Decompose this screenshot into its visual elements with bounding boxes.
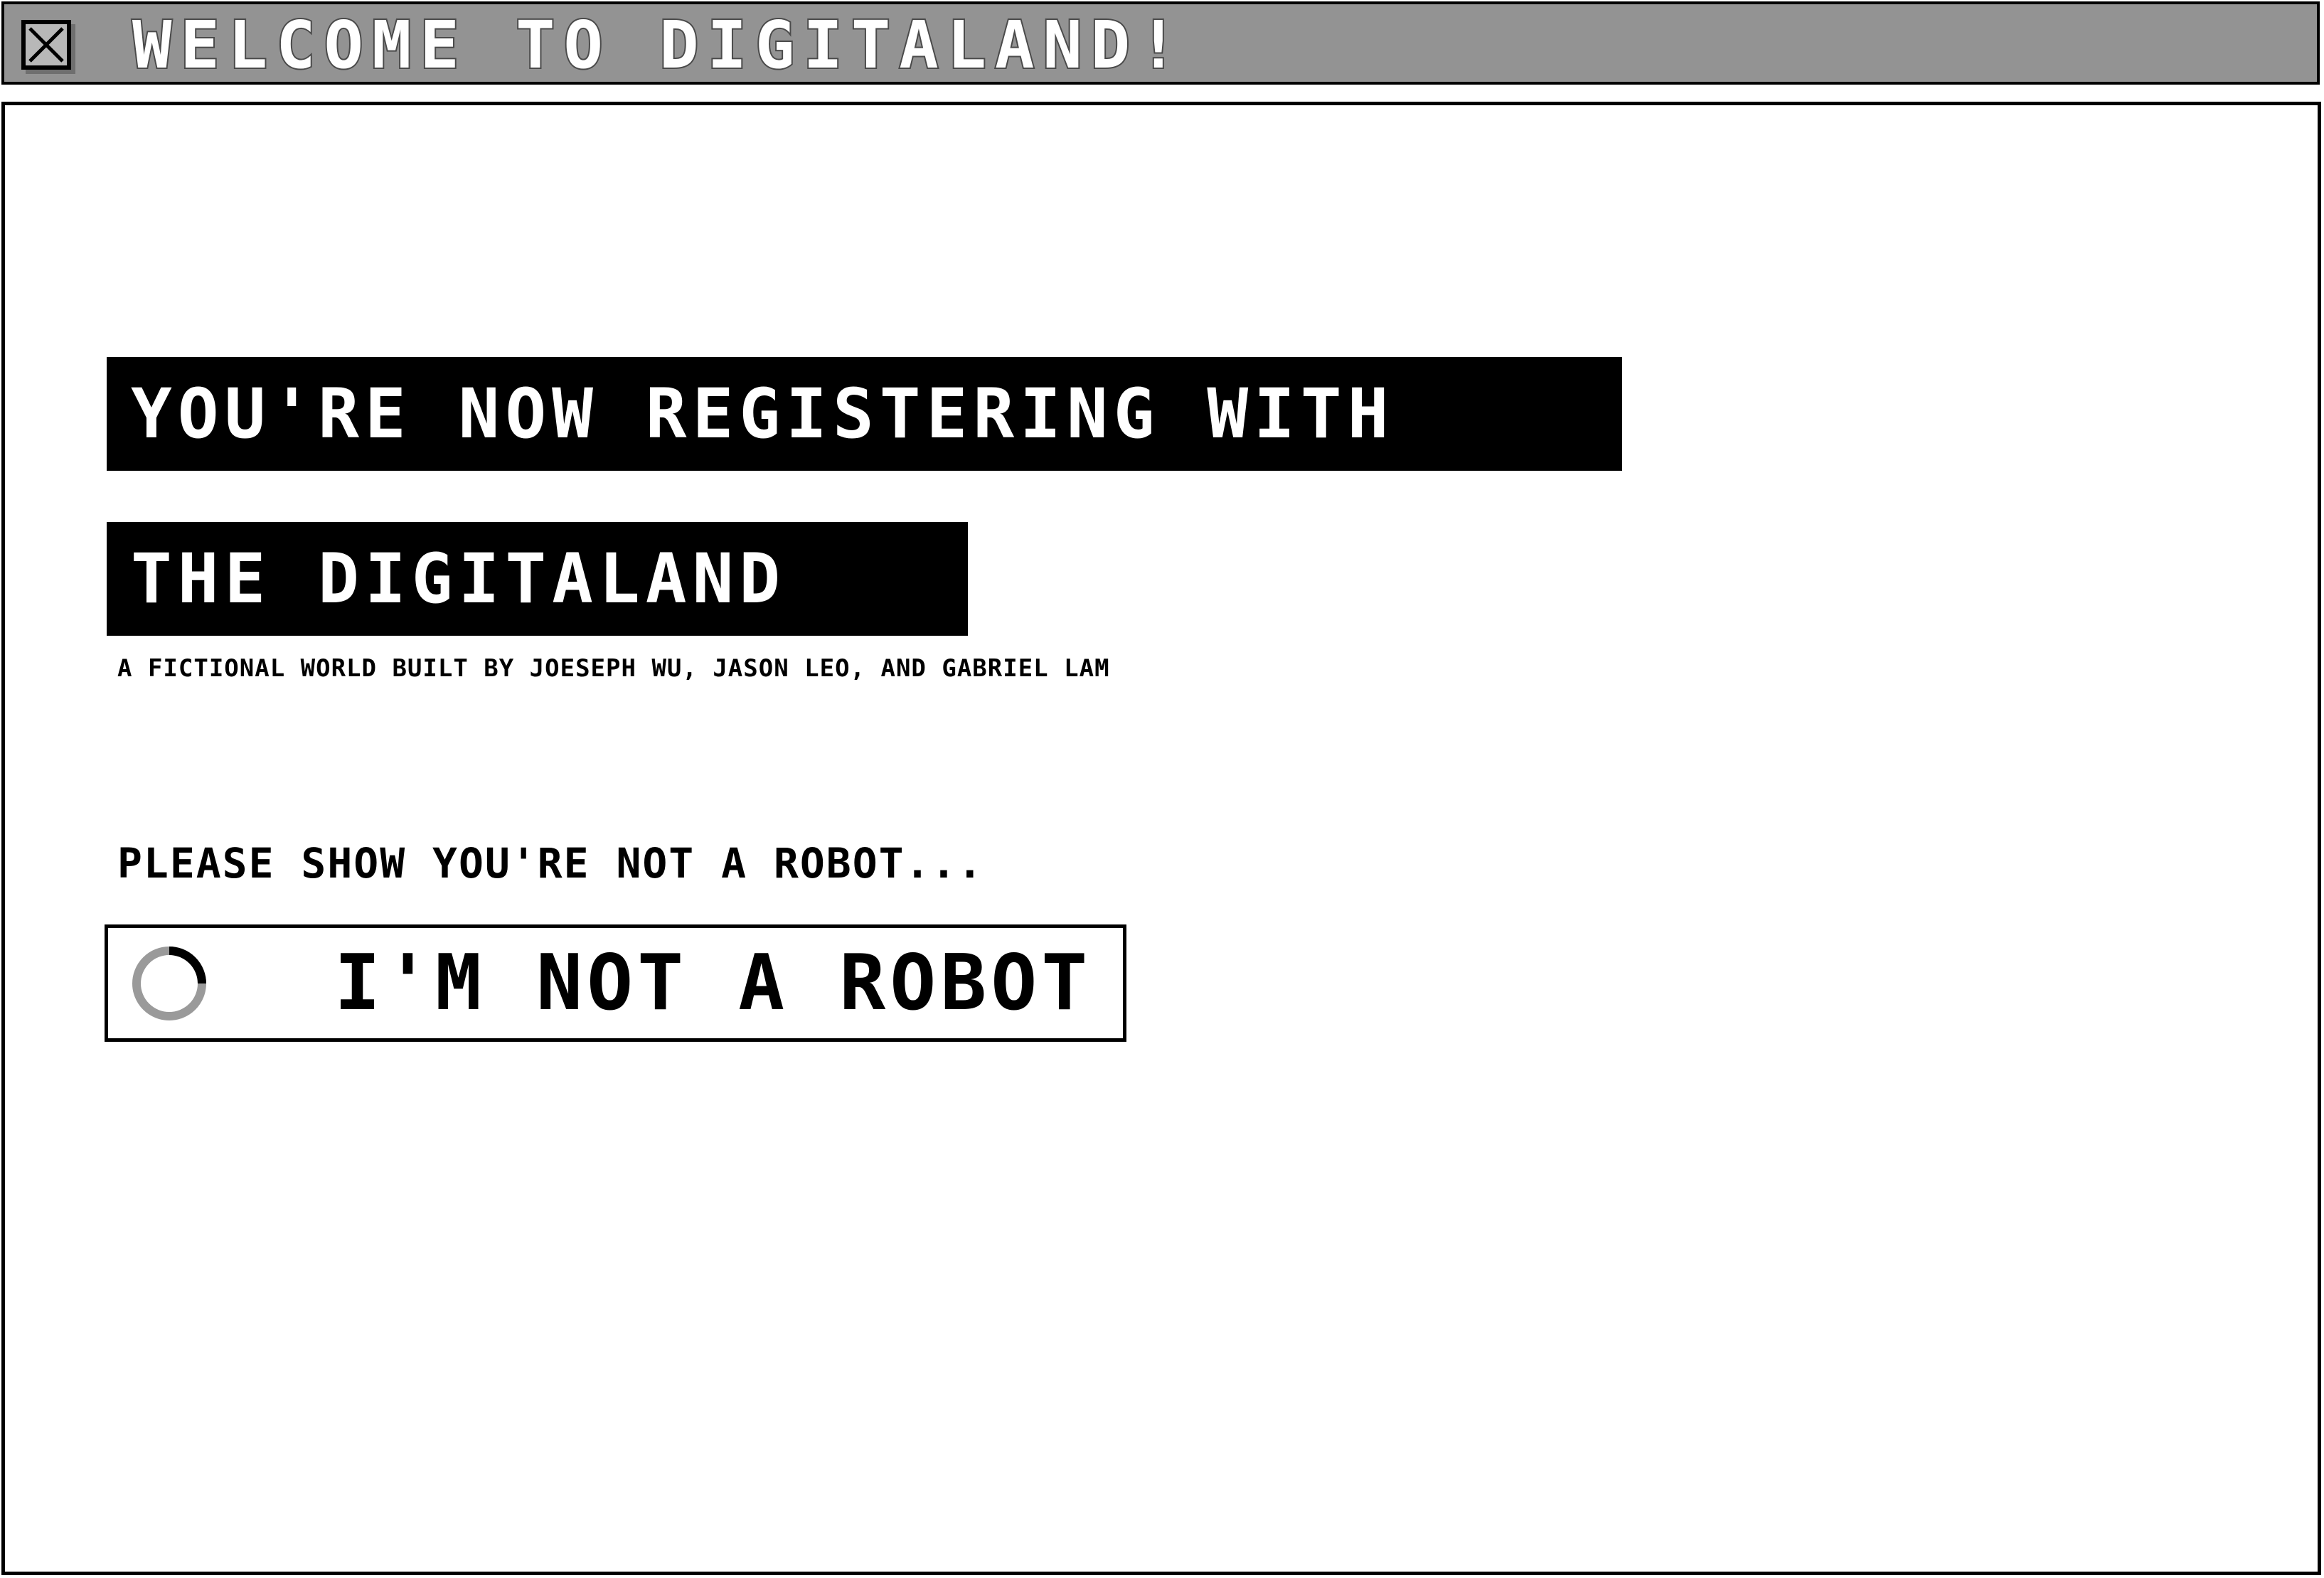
not-a-robot-button[interactable]: I'M NOT A ROBOT [105, 924, 1126, 1042]
heading-line-2: THE DIGITALAND [107, 522, 968, 636]
loading-spinner-icon [131, 945, 208, 1022]
not-a-robot-label: I'M NOT A ROBOT [334, 939, 1092, 1028]
window-titlebar: WELCOME TO DIGITALAND! [1, 1, 2320, 85]
close-box-icon[interactable] [21, 20, 71, 70]
captcha-prompt: PLEASE SHOW YOU'RE NOT A ROBOT... [117, 839, 984, 887]
window-title: WELCOME TO DIGITALAND! [131, 7, 1187, 84]
heading-line-1: YOU'RE NOW REGISTERING WITH [107, 357, 1622, 471]
window-content [1, 102, 2321, 1575]
credits-text: A FICTIONAL WORLD BUILT BY JOESEPH WU, J… [117, 654, 1110, 683]
close-x-icon [28, 27, 64, 63]
